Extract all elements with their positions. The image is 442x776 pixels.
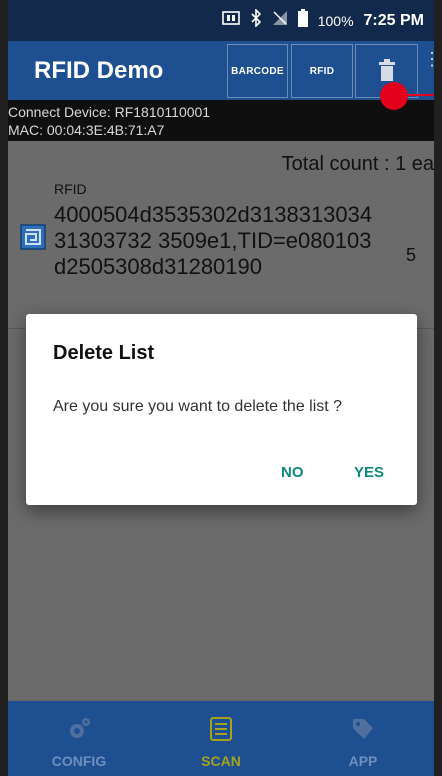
- dialog-yes-button[interactable]: YES: [354, 464, 384, 481]
- tag-epc-text: 4000504d3535302d313831303431303732 3509e…: [54, 202, 373, 279]
- app-tag-icon: [350, 716, 376, 742]
- rfid-tag-icon: [20, 224, 46, 250]
- tag-read-count: 5: [406, 245, 417, 265]
- rfid-button[interactable]: RFID: [291, 44, 353, 98]
- scan-list-icon: [208, 716, 234, 742]
- tag-type-label: RFID: [54, 181, 87, 197]
- nav-scan-label: SCAN: [201, 753, 241, 769]
- connect-device-text: Connect Device: RF1810110001: [8, 104, 211, 120]
- app-title: RFID Demo: [34, 57, 164, 84]
- trash-icon: [378, 58, 395, 84]
- nav-app[interactable]: APP: [292, 701, 434, 776]
- more-vert-icon[interactable]: ⋮: [423, 50, 434, 68]
- mac-address-text: MAC: 00:04:3E:4B:71:A7: [8, 122, 165, 138]
- dialog-no-button[interactable]: NO: [281, 464, 304, 481]
- no-signal-icon: [272, 10, 288, 31]
- nav-scan[interactable]: SCAN: [150, 701, 292, 776]
- nav-config-label: CONFIG: [51, 753, 107, 769]
- delete-list-dialog: Delete List Are you sure you want to del…: [26, 314, 417, 505]
- device-info-bar: Connect Device: RF1810110001 MAC: 00:04:…: [8, 100, 434, 141]
- nfc-icon: [221, 10, 240, 31]
- status-bar: 100% 7:25 PM: [8, 0, 434, 41]
- battery-icon: [297, 9, 308, 32]
- annotation-dot: [380, 82, 408, 110]
- dialog-title: Delete List: [53, 342, 155, 364]
- barcode-button[interactable]: BARCODE: [227, 44, 288, 98]
- battery-percent: 100%: [317, 12, 354, 29]
- nav-app-label: APP: [348, 753, 378, 769]
- phone-screen: 100% 7:25 PM RFID Demo BARCODE RFID ⋮ Co…: [8, 0, 434, 776]
- nav-config[interactable]: CONFIG: [8, 701, 150, 776]
- dialog-message: Are you sure you want to delete the list…: [53, 398, 343, 415]
- clock: 7:25 PM: [363, 11, 424, 29]
- list-item[interactable]: RFID 4000504d3535302d313831303431303732 …: [8, 181, 434, 328]
- bottom-nav: CONFIG SCAN APP: [8, 701, 434, 776]
- bluetooth-icon: [250, 8, 262, 32]
- total-count: Total count : 1 ea: [281, 153, 434, 175]
- app-bar: RFID Demo BARCODE RFID ⋮: [8, 41, 434, 100]
- gear-icon: [66, 716, 92, 742]
